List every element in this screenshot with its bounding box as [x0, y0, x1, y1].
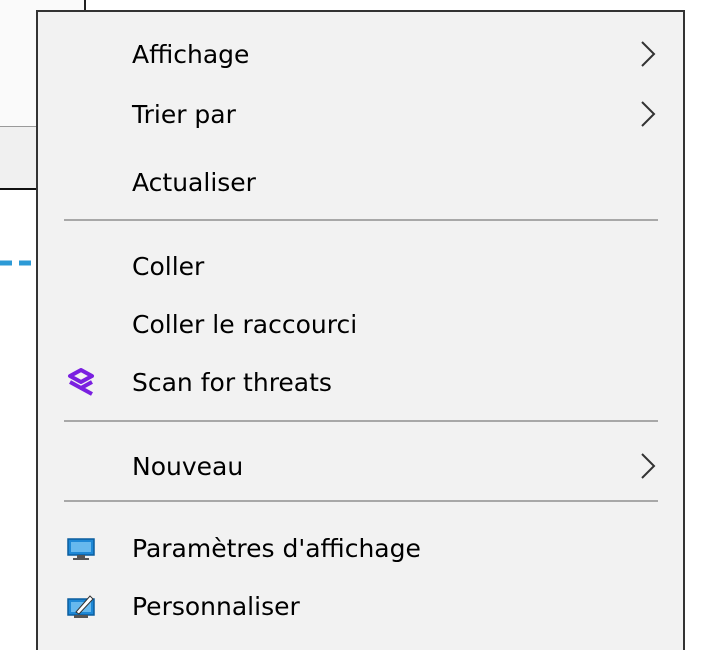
menu-item-affichage[interactable]: Affichage	[38, 28, 683, 80]
menu-item-label: Affichage	[132, 39, 250, 69]
chevron-right-icon	[641, 101, 656, 127]
menu-item-trier-par[interactable]: Trier par	[38, 88, 683, 140]
menu-item-label: Personnaliser	[132, 591, 300, 621]
menu-separator	[64, 500, 658, 502]
menu-separator	[64, 219, 658, 221]
menu-item-scan-for-threats[interactable]: Scan for threats	[38, 356, 683, 408]
menu-item-actualiser[interactable]: Actualiser	[38, 156, 683, 208]
chevron-right-icon	[641, 453, 656, 479]
menu-item-label: Coller le raccourci	[132, 309, 358, 339]
context-menu: Affichage Trier par Actualiser Coller Co…	[36, 10, 685, 650]
monitor-icon	[67, 538, 95, 560]
menu-item-coller[interactable]: Coller	[38, 240, 683, 292]
menu-item-label: Trier par	[132, 99, 236, 129]
chevron-right-icon	[641, 41, 656, 67]
menu-separator	[64, 420, 658, 422]
menu-item-label: Scan for threats	[132, 367, 332, 397]
menu-item-coller-raccourci[interactable]: Coller le raccourci	[38, 298, 683, 350]
personalize-icon	[67, 595, 95, 618]
menu-item-label: Paramètres d'affichage	[132, 533, 421, 563]
menu-item-personnaliser[interactable]: Personnaliser	[38, 580, 683, 632]
menu-item-nouveau[interactable]: Nouveau	[38, 440, 683, 492]
menu-item-label: Coller	[132, 251, 205, 281]
menu-item-parametres-affichage[interactable]: Paramètres d'affichage	[38, 522, 683, 574]
scan-shield-icon	[68, 368, 94, 396]
menu-item-label: Actualiser	[132, 167, 256, 197]
menu-item-label: Nouveau	[132, 451, 244, 481]
